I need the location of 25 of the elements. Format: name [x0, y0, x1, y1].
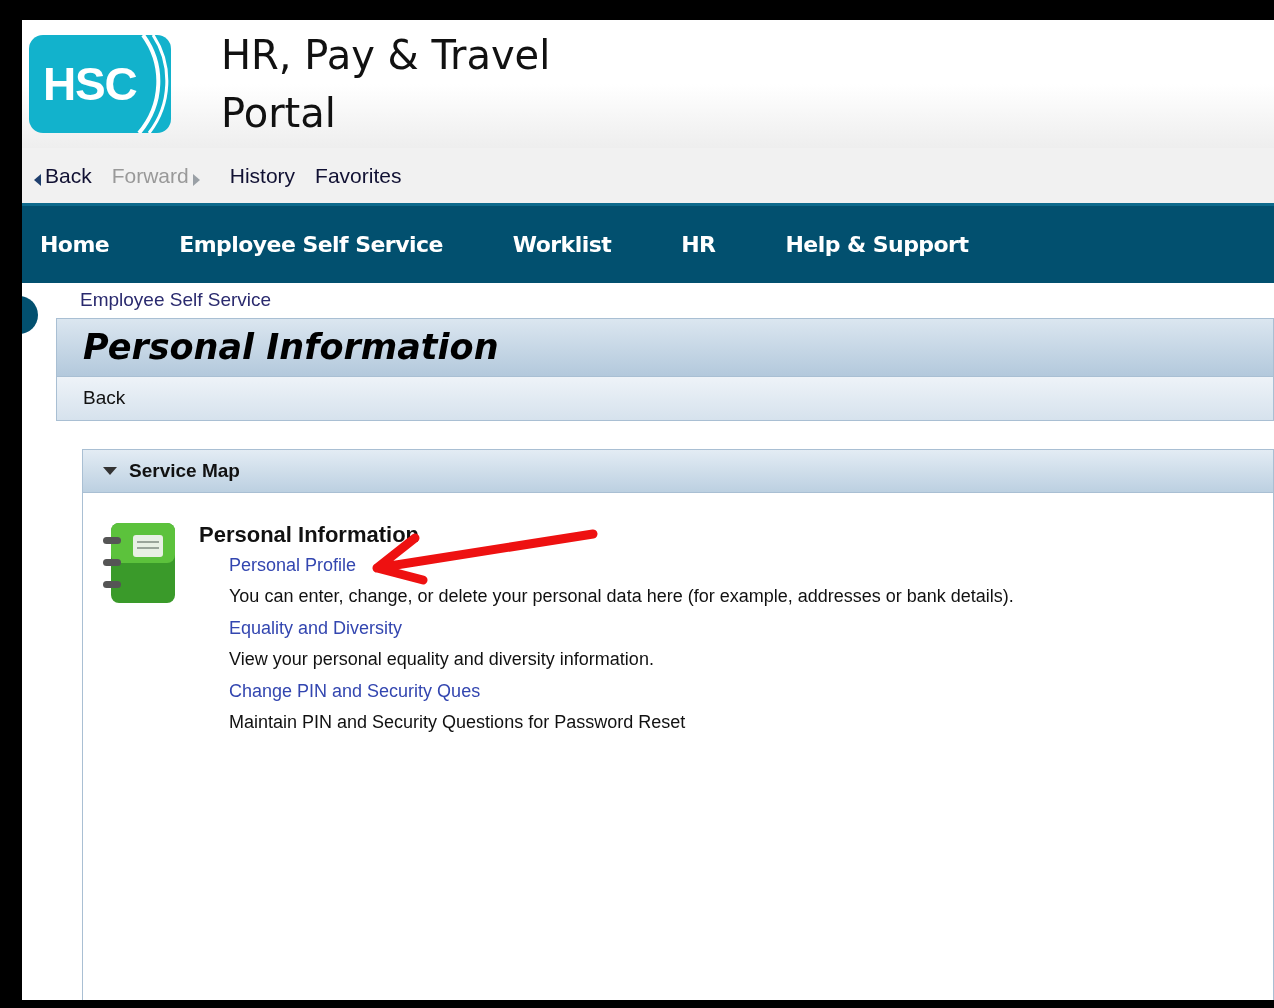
history-nav-link[interactable]: Favorites: [315, 159, 402, 192]
main-nav-tab[interactable]: Home: [40, 228, 110, 261]
service-description: Maintain PIN and Security Questions for Password Reset: [229, 711, 686, 734]
main-nav-tab[interactable]: Help & Support: [785, 228, 969, 261]
service-map-header[interactable]: Service Map: [83, 450, 1273, 493]
history-nav-link[interactable]: History: [229, 159, 296, 192]
service-description: View your personal equality and diversity information.: [229, 648, 654, 671]
toolbar-back-button[interactable]: Back: [83, 384, 126, 413]
breadcrumb-link[interactable]: Employee Self Service: [80, 286, 272, 315]
left-triangle-icon: [34, 173, 41, 186]
portal-title: HR, Pay & Travel: [221, 31, 551, 80]
main-nav-tab[interactable]: HR: [681, 228, 716, 261]
group-title: Personal Information: [199, 521, 421, 549]
service-description: You can enter, change, or delete your personal data here (for example, addresses or bank details).: [229, 585, 1014, 608]
main-nav-tab[interactable]: Employee Self Service: [179, 228, 443, 261]
right-triangle-icon: [192, 173, 200, 186]
expand-caret-icon: [103, 467, 117, 475]
page-title: Personal Information: [83, 326, 499, 370]
back-button[interactable]: Back: [34, 159, 92, 192]
service-link[interactable]: Personal Profile: [229, 549, 357, 581]
service-link[interactable]: Change PIN and Security Ques: [229, 675, 481, 707]
service-link[interactable]: Equality and Diversity: [229, 612, 403, 644]
main-nav-tab[interactable]: Worklist: [512, 228, 612, 261]
portal-title: Portal: [221, 89, 337, 138]
logo-text: HSC: [43, 56, 137, 112]
